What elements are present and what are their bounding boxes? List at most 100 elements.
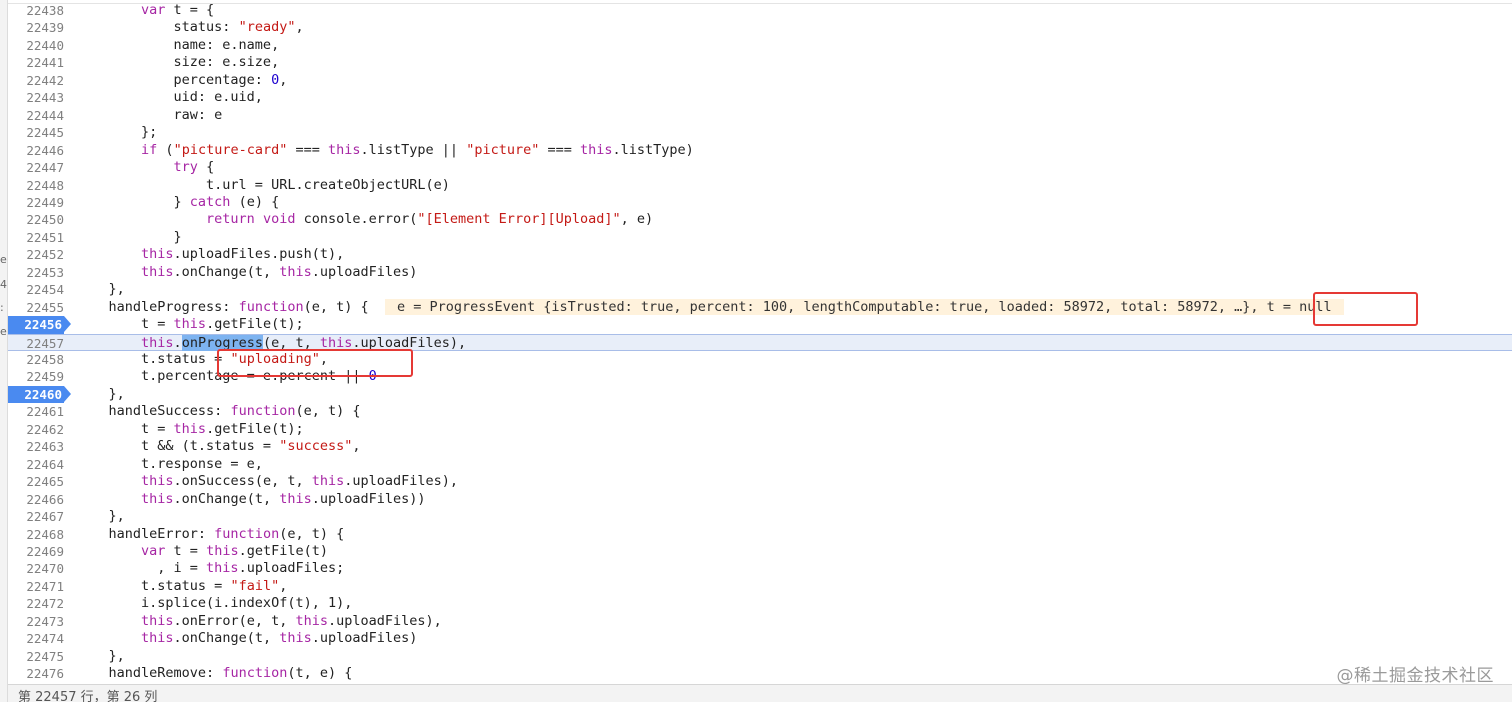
line-number[interactable]: 22439	[8, 19, 64, 36]
line-number[interactable]: 22470	[8, 560, 64, 577]
code-token: .uploadFiles)	[311, 263, 418, 280]
code-line[interactable]: 22447 try {	[8, 159, 1512, 176]
line-number[interactable]: 22448	[8, 177, 64, 194]
line-number[interactable]: 22458	[8, 351, 64, 368]
code-token: return	[206, 211, 255, 228]
line-number[interactable]: 22467	[8, 508, 64, 525]
code-token: }	[76, 193, 190, 210]
code-token: (e, t) {	[279, 525, 345, 542]
line-number[interactable]: 22461	[8, 403, 64, 420]
code-line[interactable]: 22473 this.onError(e, t, this.uploadFile…	[8, 613, 1512, 630]
breakpoint-line-number[interactable]: 22456	[8, 316, 71, 334]
code-line[interactable]: 22461 handleSuccess: function(e, t) {	[8, 403, 1512, 420]
line-number[interactable]: 22453	[8, 264, 64, 281]
code-line[interactable]: 22469 var t = this.getFile(t)	[8, 543, 1512, 560]
code-line[interactable]: 22445 };	[8, 124, 1512, 141]
line-number[interactable]: 22476	[8, 665, 64, 682]
code-line[interactable]: 22464 t.response = e,	[8, 456, 1512, 473]
line-number[interactable]: 22438	[8, 4, 64, 19]
code-line[interactable]: 22444 raw: e	[8, 107, 1512, 124]
code-line[interactable]: 22449 } catch (e) {	[8, 194, 1512, 211]
code-token: var	[141, 542, 166, 559]
line-number[interactable]: 22446	[8, 142, 64, 159]
code-line[interactable]: 22472 i.splice(i.indexOf(t), 1),	[8, 595, 1512, 612]
code-line[interactable]: 22443 uid: e.uid,	[8, 89, 1512, 106]
line-number[interactable]: 22469	[8, 543, 64, 560]
code-line[interactable]: 22460 },	[8, 385, 1512, 404]
line-number[interactable]: 22454	[8, 281, 64, 298]
line-number[interactable]: 22443	[8, 89, 64, 106]
line-number[interactable]: 22471	[8, 578, 64, 595]
code-line[interactable]: 22476 handleRemove: function(t, e) {	[8, 665, 1512, 682]
line-number[interactable]: 22465	[8, 473, 64, 490]
source-code-editor[interactable]: 22438 var t = {22439 status: "ready", 224…	[8, 3, 1512, 685]
code-line[interactable]: 22468 handleError: function(e, t) {	[8, 526, 1512, 543]
line-number[interactable]: 22466	[8, 491, 64, 508]
code-line[interactable]: 22456 t = this.getFile(t);	[8, 316, 1512, 334]
code-line[interactable]: 22438 var t = {	[8, 3, 1512, 19]
line-number[interactable]: 22445	[8, 124, 64, 141]
code-token: this	[173, 420, 207, 437]
line-number[interactable]: 22447	[8, 159, 64, 176]
code-token: this	[279, 630, 312, 647]
code-token: (e) {	[230, 193, 280, 210]
code-token: (t, e) {	[287, 665, 353, 682]
line-number[interactable]: 22457	[8, 335, 64, 351]
line-number[interactable]: 22450	[8, 211, 64, 228]
code-line[interactable]: 22439 status: "ready",	[8, 19, 1512, 36]
code-token: t = {	[165, 3, 215, 18]
line-number[interactable]: 22472	[8, 595, 64, 612]
code-line[interactable]: 22463 t && (t.status = "success",	[8, 438, 1512, 455]
line-number[interactable]: 22440	[8, 37, 64, 54]
code-line[interactable]: 22455 handleProgress: function(e, t) { e…	[8, 298, 1512, 316]
line-number[interactable]: 22449	[8, 194, 64, 211]
code-line[interactable]: 22466 this.onChange(t, this.uploadFiles)…	[8, 491, 1512, 508]
line-number[interactable]: 22468	[8, 526, 64, 543]
code-token: ===	[287, 141, 328, 158]
line-number[interactable]: 22473	[8, 613, 64, 630]
line-number[interactable]: 22464	[8, 456, 64, 473]
code-token: this	[141, 263, 174, 280]
code-token: .onSuccess(e, t,	[173, 473, 312, 490]
code-line[interactable]: 22441 size: e.size,	[8, 54, 1512, 71]
code-token: ,	[295, 19, 304, 36]
line-number[interactable]: 22442	[8, 72, 64, 89]
code-line[interactable]: 22474 this.onChange(t, this.uploadFiles)	[8, 630, 1512, 647]
code-line[interactable]: 22452 this.uploadFiles.push(t),	[8, 246, 1512, 263]
code-token: "fail"	[230, 577, 280, 594]
code-line[interactable]: 22470 , i = this.uploadFiles;	[8, 560, 1512, 577]
line-number[interactable]: 22452	[8, 246, 64, 263]
line-number[interactable]: 22463	[8, 438, 64, 455]
code-line[interactable]: 22442 percentage: 0,	[8, 72, 1512, 89]
code-line[interactable]: 22465 this.onSuccess(e, t, this.uploadFi…	[8, 473, 1512, 490]
line-number[interactable]: 22474	[8, 630, 64, 647]
breakpoint-line-number[interactable]: 22460	[8, 385, 71, 404]
code-line[interactable]: 22471 t.status = "fail",	[8, 578, 1512, 595]
code-text: this.onChange(t, this.uploadFiles)	[76, 630, 417, 647]
code-token: .getFile(t);	[206, 420, 304, 437]
code-line[interactable]: 22440 name: e.name,	[8, 37, 1512, 54]
code-line[interactable]: 22462 t = this.getFile(t);	[8, 421, 1512, 438]
code-line[interactable]: 22450 return void console.error("[Elemen…	[8, 211, 1512, 228]
code-line[interactable]: 22475 },	[8, 648, 1512, 665]
code-token: name: e.name,	[76, 36, 280, 53]
code-text: this.onSuccess(e, t, this.uploadFiles),	[76, 473, 458, 490]
code-line[interactable]: 22451 }	[8, 229, 1512, 246]
line-number[interactable]: 22441	[8, 54, 64, 71]
line-number[interactable]: 22451	[8, 229, 64, 246]
code-line[interactable]: 22453 this.onChange(t, this.uploadFiles)	[8, 264, 1512, 281]
inline-variable-values: e = ProgressEvent {isTrusted: true, perc…	[384, 298, 1344, 315]
line-number[interactable]: 22455	[8, 299, 64, 316]
line-number[interactable]: 22444	[8, 107, 64, 124]
line-number[interactable]: 22462	[8, 421, 64, 438]
code-line[interactable]: 22448 t.url = URL.createObjectURL(e)	[8, 177, 1512, 194]
code-text: this.onError(e, t, this.uploadFiles),	[76, 613, 442, 630]
status-bar: 第 22457 行，第 26 列	[8, 684, 1512, 702]
code-line[interactable]: 22454 },	[8, 281, 1512, 298]
code-line[interactable]: 22446 if ("picture-card" === this.listTy…	[8, 142, 1512, 159]
code-token: size: e.size,	[76, 54, 280, 71]
code-line[interactable]: 22467 },	[8, 508, 1512, 525]
line-number[interactable]: 22459	[8, 368, 64, 385]
line-number[interactable]: 22475	[8, 648, 64, 665]
